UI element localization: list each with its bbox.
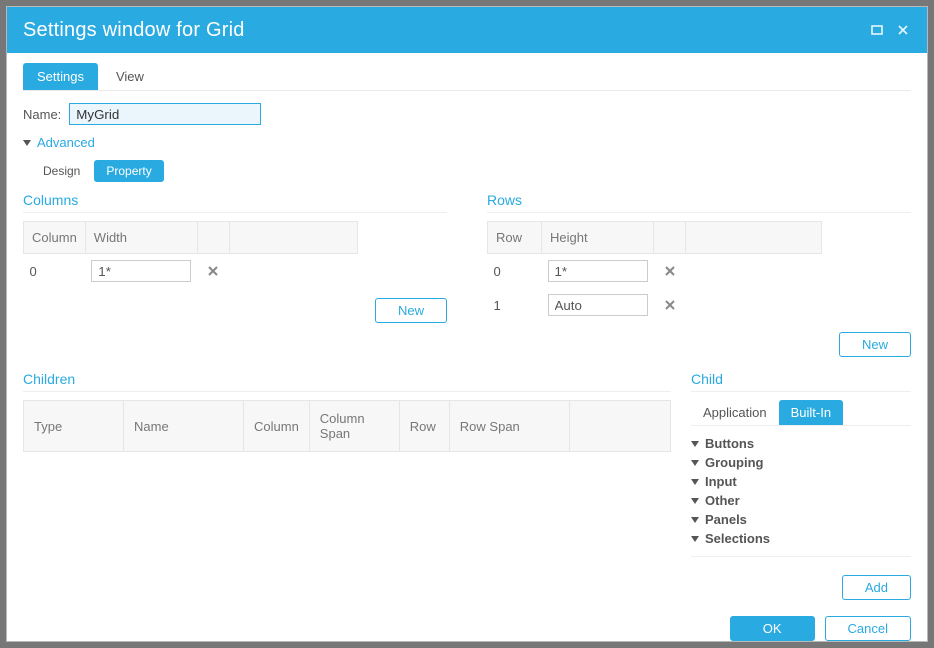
- dialog-footer: OK Cancel: [23, 600, 911, 641]
- advanced-toggle[interactable]: Advanced: [23, 135, 911, 150]
- rows-header-height: Height: [542, 222, 654, 254]
- content-area: Settings View Name: Advanced Design Prop…: [7, 53, 927, 641]
- columns-header-col: Column: [24, 222, 86, 254]
- rows-header-row: Row: [488, 222, 542, 254]
- chevron-down-icon: [691, 460, 699, 466]
- rows-title: Rows: [487, 192, 911, 213]
- tree-item-buttons[interactable]: Buttons: [691, 434, 911, 453]
- children-table: Type Name Column Column Span Row Row Spa…: [23, 400, 671, 452]
- tree-item-input[interactable]: Input: [691, 472, 911, 491]
- columns-header-blank2: [229, 222, 357, 254]
- columns-row: 0: [24, 254, 358, 289]
- rows-section: Rows Row Height 0: [487, 192, 911, 357]
- child-tabs: Application Built-In: [691, 400, 911, 426]
- children-header-column: Column: [244, 401, 310, 452]
- child-tab-application[interactable]: Application: [691, 400, 779, 425]
- ok-button[interactable]: OK: [730, 616, 815, 641]
- child-tree: Buttons Grouping Input Other Panels Sele…: [691, 432, 911, 550]
- titlebar: Settings window for Grid: [7, 7, 927, 53]
- tab-settings[interactable]: Settings: [23, 63, 98, 90]
- row-height-input[interactable]: [548, 260, 648, 282]
- new-row-button[interactable]: New: [839, 332, 911, 357]
- children-title: Children: [23, 371, 671, 392]
- advanced-label: Advanced: [37, 135, 95, 150]
- rows-row: 0: [488, 254, 822, 289]
- chevron-down-icon: [691, 498, 699, 504]
- children-header-name: Name: [124, 401, 244, 452]
- columns-section: Columns Column Width 0: [23, 192, 447, 357]
- children-header-row: Row: [399, 401, 449, 452]
- name-label: Name:: [23, 107, 61, 122]
- subtabs: Design Property: [31, 160, 911, 182]
- columns-header-width: Width: [85, 222, 197, 254]
- delete-row-button[interactable]: [660, 295, 680, 315]
- cancel-button[interactable]: Cancel: [825, 616, 911, 641]
- columns-header-blank1: [197, 222, 229, 254]
- children-header-colspan: Column Span: [309, 401, 399, 452]
- children-header-rowspan: Row Span: [449, 401, 569, 452]
- subtab-property[interactable]: Property: [94, 160, 163, 182]
- tree-item-grouping[interactable]: Grouping: [691, 453, 911, 472]
- row-index: 1: [488, 288, 542, 322]
- new-column-button[interactable]: New: [375, 298, 447, 323]
- children-header-type: Type: [24, 401, 124, 452]
- rows-row: 1: [488, 288, 822, 322]
- column-index: 0: [24, 254, 86, 289]
- chevron-down-icon: [691, 441, 699, 447]
- rows-header-blank1: [654, 222, 686, 254]
- children-section: Children Type Name Column Column Span Ro…: [23, 371, 671, 600]
- name-input[interactable]: [69, 103, 261, 125]
- tree-item-other[interactable]: Other: [691, 491, 911, 510]
- chevron-down-icon: [691, 517, 699, 523]
- chevron-down-icon: [23, 140, 31, 146]
- main-tabs: Settings View: [23, 63, 911, 91]
- tree-item-selections[interactable]: Selections: [691, 529, 911, 548]
- row-index: 0: [488, 254, 542, 289]
- tab-view[interactable]: View: [102, 63, 158, 90]
- row-height-input[interactable]: [548, 294, 648, 316]
- rows-header-blank2: [686, 222, 822, 254]
- delete-column-button[interactable]: [203, 261, 223, 281]
- settings-window: Settings window for Grid Settings View N…: [6, 6, 928, 642]
- chevron-down-icon: [691, 536, 699, 542]
- maximize-icon[interactable]: [869, 22, 885, 38]
- window-title: Settings window for Grid: [23, 19, 245, 42]
- columns-title: Columns: [23, 192, 447, 213]
- rows-table: Row Height 0: [487, 221, 822, 322]
- delete-row-button[interactable]: [660, 261, 680, 281]
- children-header-blank: [569, 401, 670, 452]
- child-tab-builtin[interactable]: Built-In: [779, 400, 843, 425]
- column-width-input[interactable]: [91, 260, 191, 282]
- subtab-design[interactable]: Design: [31, 160, 92, 182]
- tree-item-panels[interactable]: Panels: [691, 510, 911, 529]
- name-row: Name:: [23, 103, 911, 125]
- close-icon[interactable]: [895, 22, 911, 38]
- child-title: Child: [691, 371, 911, 392]
- child-section: Child Application Built-In Buttons Group…: [691, 371, 911, 600]
- columns-table: Column Width 0: [23, 221, 358, 288]
- add-child-button[interactable]: Add: [842, 575, 911, 600]
- chevron-down-icon: [691, 479, 699, 485]
